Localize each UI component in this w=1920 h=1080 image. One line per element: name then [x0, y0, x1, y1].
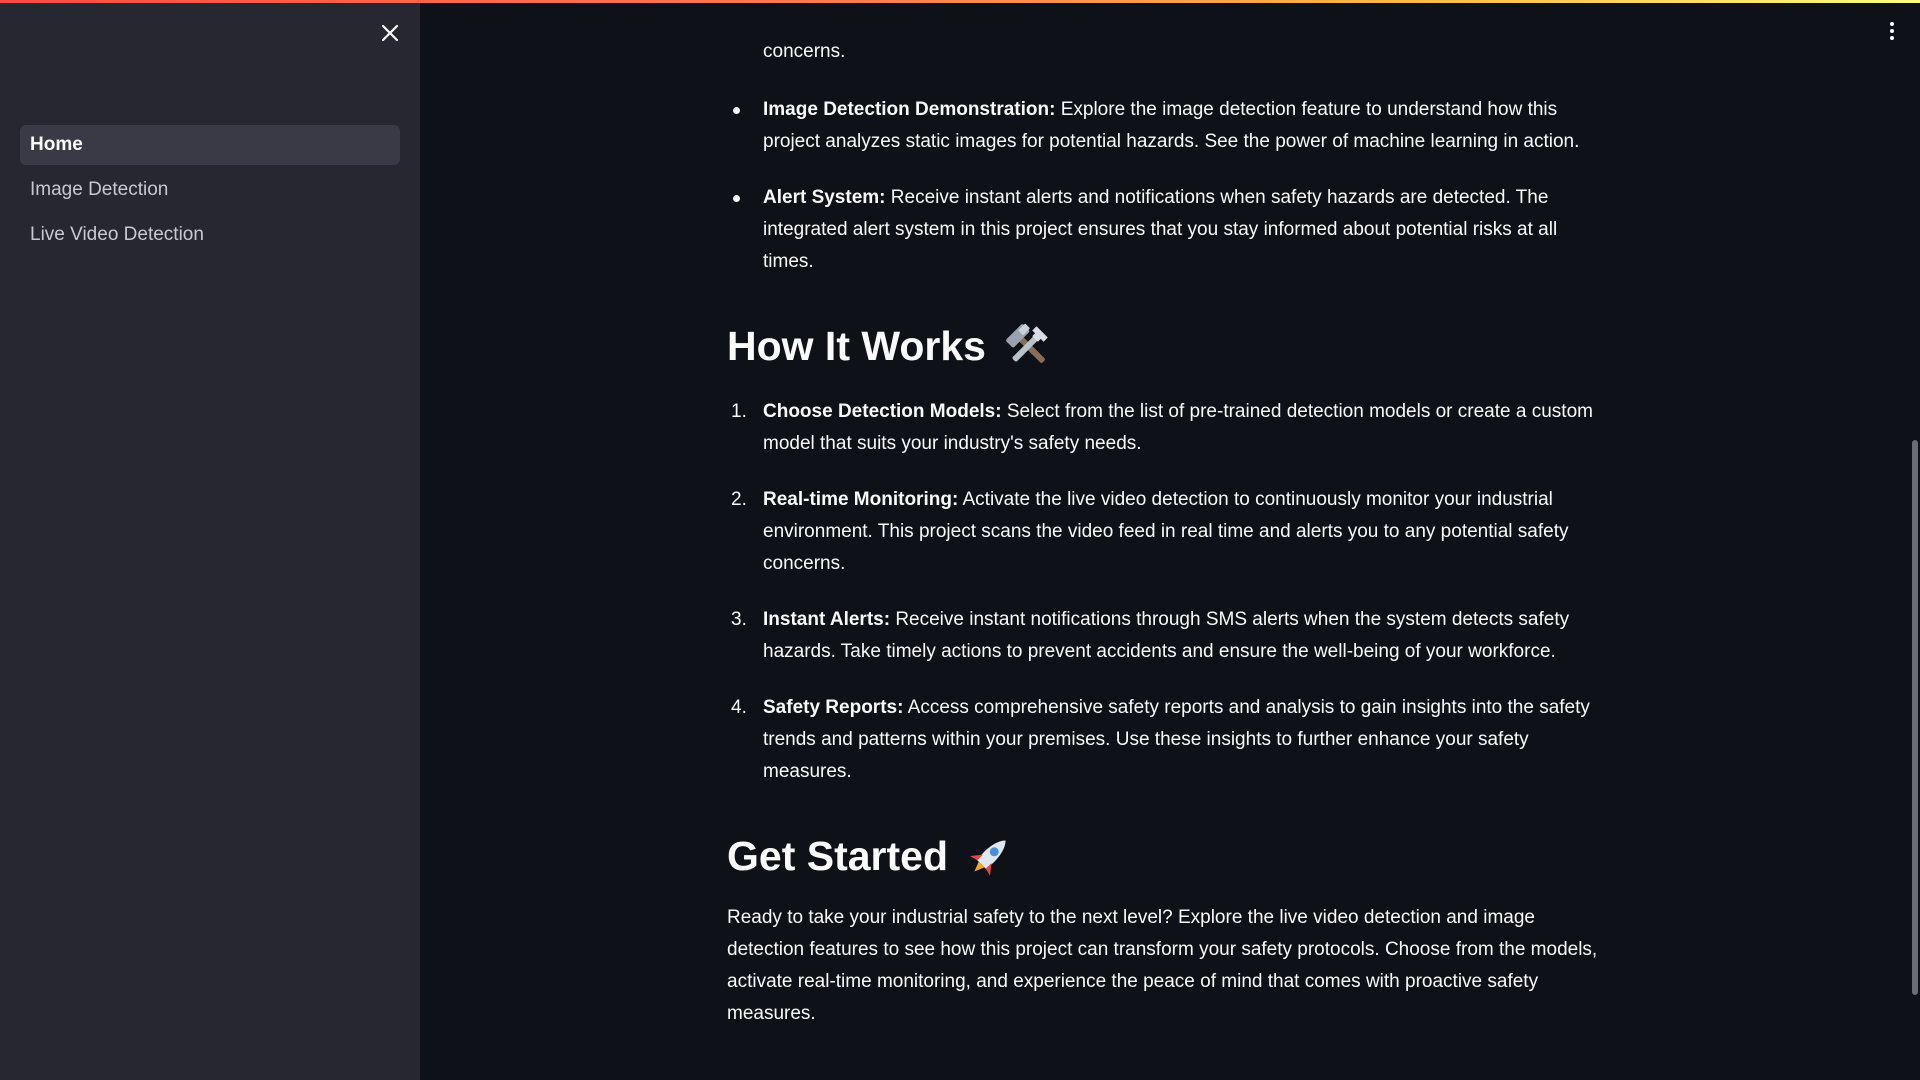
sidebar-item-home[interactable]: Home — [20, 125, 400, 165]
bullet — [733, 107, 740, 114]
heading-text: Get Started — [727, 833, 948, 879]
heading-text: How It Works — [727, 323, 986, 369]
close-sidebar-button[interactable] — [375, 18, 405, 48]
bullet — [733, 195, 740, 202]
close-icon — [381, 24, 399, 42]
hammer-and-wrench-icon — [1006, 323, 1048, 363]
vertical-ellipsis-icon — [1890, 22, 1894, 26]
list-item: 1. Choose Detection Models: Select from … — [731, 396, 1607, 460]
step-number: 4. — [731, 697, 747, 718]
feature-title: Alert System: — [763, 187, 886, 208]
list-item: Alert System: Receive instant alerts and… — [733, 182, 1607, 278]
list-item: Image Detection Demonstration: Explore t… — [733, 94, 1607, 158]
rocket-icon — [970, 840, 1006, 876]
app-accent-bar — [0, 0, 1920, 3]
sidebar: Home Image Detection Live Video Detectio… — [0, 0, 420, 1080]
list-item: 2. Real-time Monitoring: Activate the li… — [731, 484, 1607, 580]
steps-list: 1. Choose Detection Models: Select from … — [731, 396, 1607, 812]
main-menu-button[interactable] — [1880, 16, 1904, 46]
step-number: 3. — [731, 609, 747, 630]
step-title: Instant Alerts: — [763, 609, 891, 630]
sidebar-item-live-video-detection[interactable]: Live Video Detection — [20, 215, 400, 255]
sidebar-nav: Home Image Detection Live Video Detectio… — [20, 125, 400, 260]
feature-title: Image Detection Demonstration: — [763, 99, 1056, 120]
partial-text: concerns. — [763, 41, 846, 62]
sidebar-item-label: Live Video Detection — [30, 224, 204, 245]
get-started-text: Ready to take your industrial safety to … — [727, 907, 1598, 1024]
scrollbar-thumb[interactable] — [1912, 440, 1918, 995]
sidebar-item-label: Home — [30, 134, 83, 155]
list-item: 4. Safety Reports: Access comprehensive … — [731, 692, 1607, 788]
step-number: 1. — [731, 401, 747, 422]
ellipsis-dot — [1890, 36, 1894, 40]
sidebar-item-image-detection[interactable]: Image Detection — [20, 170, 400, 210]
list-item: 3. Instant Alerts: Receive instant notif… — [731, 604, 1607, 668]
main-content: concerns. Image Detection Demonstration:… — [727, 0, 1607, 1080]
feature-list: Image Detection Demonstration: Explore t… — [733, 94, 1607, 302]
how-it-works-heading: How It Works — [727, 320, 1054, 372]
ellipsis-dot — [1890, 29, 1894, 33]
get-started-heading: Get Started — [727, 830, 1016, 882]
step-title: Safety Reports: — [763, 697, 904, 718]
sidebar-item-label: Image Detection — [30, 179, 169, 200]
step-title: Real-time Monitoring: — [763, 489, 959, 510]
step-title: Choose Detection Models: — [763, 401, 1002, 422]
step-number: 2. — [731, 489, 747, 510]
